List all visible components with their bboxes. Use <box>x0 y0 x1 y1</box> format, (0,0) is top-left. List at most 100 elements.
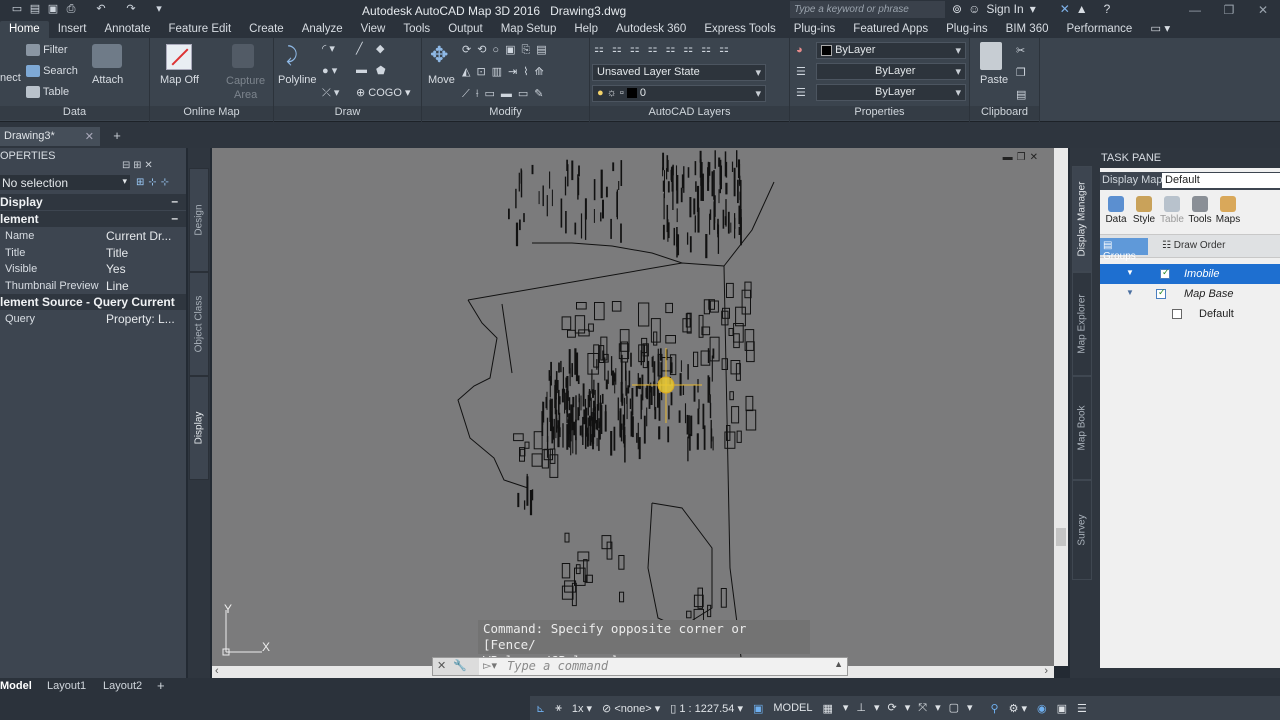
cogo-button[interactable]: ⊕ COGO ▾ <box>356 86 410 99</box>
customize-icon[interactable]: 🔧 <box>453 659 467 674</box>
color-dropdown[interactable]: ByLayer <box>816 42 966 59</box>
tab-survey[interactable]: Survey <box>1072 480 1092 580</box>
map-off-button[interactable]: Map Off <box>160 74 199 86</box>
layer-visibility-checkbox[interactable]: ✓ <box>1156 287 1166 299</box>
osnap-button[interactable]: ⊘ <none> ▾ <box>602 702 660 715</box>
linetype-dropdown[interactable]: ByLayer <box>816 63 966 80</box>
panel-title-draw[interactable]: Draw <box>274 106 421 120</box>
save-icon[interactable]: ▣ <box>46 2 60 16</box>
fullscreen-icon[interactable]: ▣ <box>1057 702 1067 715</box>
tab-map-book[interactable]: Map Book <box>1072 376 1092 480</box>
cut-icon[interactable]: ✂ <box>1016 44 1025 57</box>
isolate-icon[interactable]: ⚲ <box>991 702 999 715</box>
layer-tools[interactable]: ⚏⚏⚏⚏⚏⚏⚏⚏ <box>594 42 737 55</box>
layer-visibility-checkbox[interactable]: ✓ <box>1160 267 1170 279</box>
user-icon[interactable]: ☺ <box>968 2 980 16</box>
ribbon-tab[interactable]: Insert <box>49 21 96 38</box>
layer-visibility-checkbox[interactable] <box>1172 309 1182 319</box>
tab-layout2[interactable]: Layout2 <box>103 680 142 692</box>
polyline-button[interactable]: Polyline <box>278 74 317 86</box>
copy-icon[interactable]: ❐ <box>1016 66 1026 79</box>
customize-status-icon[interactable]: ☰ <box>1077 702 1087 715</box>
command-input[interactable]: Type a command <box>507 659 608 673</box>
hardware-icon[interactable]: ◉ <box>1037 702 1047 715</box>
tab-display[interactable]: Display <box>189 376 209 480</box>
polygon-icon[interactable]: ⬟ <box>376 64 386 77</box>
property-row[interactable]: Name Current Dr... <box>0 228 186 244</box>
paste-button[interactable]: Paste <box>980 74 1008 86</box>
ribbon-tab[interactable]: Plug-ins <box>937 21 997 38</box>
panel-title-data[interactable]: Data <box>0 106 149 120</box>
ribbon-tab[interactable]: Autodesk 360 <box>607 21 695 38</box>
arc-icon[interactable]: ◜ ▾ <box>322 42 335 55</box>
scroll-right-icon[interactable]: › <box>1044 665 1048 677</box>
modify-tools-row2[interactable]: ◭⊡▥⇥⌇⟰ <box>462 65 550 78</box>
qat-dropdown-icon[interactable]: ▾ <box>152 2 166 16</box>
copy-clip-icon[interactable]: ▤ <box>1016 88 1026 101</box>
model-space-button[interactable]: MODEL <box>773 702 812 714</box>
property-row[interactable]: Visible Yes <box>0 261 186 277</box>
lineweight-dropdown[interactable]: ByLayer <box>816 84 966 101</box>
selection-dropdown[interactable]: No selection ▾ <box>0 175 130 190</box>
tool-table[interactable]: Table <box>1158 196 1186 225</box>
close-icon[interactable]: ✕ <box>85 130 94 143</box>
attach-button[interactable]: Attach <box>92 74 123 86</box>
lock-icon[interactable]: ▣ <box>753 702 763 715</box>
property-row[interactable]: Title Title <box>0 245 186 261</box>
ribbon-tab[interactable]: Analyze <box>293 21 352 38</box>
binoculars-icon[interactable]: ⊚ <box>952 2 962 16</box>
snap-icon[interactable]: ⊾ <box>536 702 545 715</box>
collapse-icon[interactable]: – <box>171 194 178 208</box>
drawing-canvas[interactable]: ▬❐✕ Y X <box>212 148 1054 666</box>
ribbon-tab[interactable]: View <box>352 21 395 38</box>
expand-icon[interactable]: ▼ <box>1126 288 1134 297</box>
ribbon-tab[interactable]: BIM 360 <box>997 21 1058 38</box>
display-map-select[interactable]: Default <box>1162 173 1280 188</box>
minimize-icon[interactable]: — <box>1178 0 1212 20</box>
status-tools[interactable]: ▾⊥▾⟳▾⤧▾▢▾ <box>843 701 981 715</box>
filter-button[interactable]: Filter <box>26 44 68 57</box>
modify-tools-row3[interactable]: ⟋⟊▭▬▭✎ <box>462 87 550 101</box>
annotation-visibility-icon[interactable]: ⚹ <box>555 702 562 715</box>
layer-state-dropdown[interactable]: Unsaved Layer State <box>592 64 766 81</box>
ribbon-options-icon[interactable]: ▭ ▾ <box>1141 19 1179 38</box>
move-button[interactable]: Move <box>428 74 455 86</box>
draw-order-button[interactable]: ☷ Draw Order <box>1162 240 1225 251</box>
chevron-down-icon[interactable]: ▾ <box>1030 2 1036 16</box>
ribbon-tab[interactable]: Help <box>565 21 607 38</box>
ribbon-tab[interactable]: Annotate <box>95 21 159 38</box>
section-element[interactable]: lement – <box>0 211 186 227</box>
close-icon[interactable]: ✕ <box>1246 0 1280 20</box>
property-value[interactable]: Yes <box>106 262 184 276</box>
search-button[interactable]: Search <box>26 65 78 78</box>
help-icon[interactable]: ? <box>1104 2 1111 16</box>
search-input[interactable]: Type a keyword or phrase <box>790 1 945 18</box>
open-icon[interactable]: ▭ <box>10 2 24 16</box>
table-button[interactable]: Table <box>26 86 69 99</box>
groups-button[interactable]: ▤ Groups <box>1100 238 1148 262</box>
tab-design[interactable]: Design <box>189 168 209 272</box>
open-folder-icon[interactable]: ▤ <box>28 2 42 16</box>
ribbon-tab[interactable]: Tools <box>394 21 439 38</box>
tool-data[interactable]: Data <box>1102 196 1130 225</box>
redo-icon[interactable]: ↷ <box>124 2 138 16</box>
quick-select-icons[interactable]: ⊞⊹⊹ <box>136 177 173 188</box>
vertical-scrollbar[interactable] <box>1054 148 1068 666</box>
ribbon-tab[interactable]: Featured Apps <box>844 21 937 38</box>
annotation-scale-button[interactable]: 1x ▾ <box>572 702 592 715</box>
modify-tools-row1[interactable]: ⟳⟲○▣⎘▤ <box>462 43 553 57</box>
panel-title-layers[interactable]: AutoCAD Layers <box>590 106 789 120</box>
layer-dropdown[interactable]: ● ☼ ▫ 0 <box>592 85 766 102</box>
point-icon[interactable]: ◆ <box>376 42 384 55</box>
match-properties-icon[interactable]: ◕ <box>796 44 803 56</box>
print-icon[interactable]: ⎙ <box>64 2 78 16</box>
property-value[interactable]: Title <box>106 246 184 260</box>
chevron-up-icon[interactable]: ▲ <box>834 659 843 669</box>
tab-object-class[interactable]: Object Class <box>189 272 209 376</box>
palette-header-icons[interactable]: ⊟ ⊞ ✕ <box>122 160 153 171</box>
tool-style[interactable]: Style <box>1130 196 1158 225</box>
tab-layout1[interactable]: Layout1 <box>47 680 86 692</box>
construction-icon[interactable]: ⤫ ▾ <box>322 86 339 100</box>
ribbon-tab[interactable]: Feature Edit <box>160 21 241 38</box>
ribbon-tab[interactable]: Home <box>0 21 49 38</box>
